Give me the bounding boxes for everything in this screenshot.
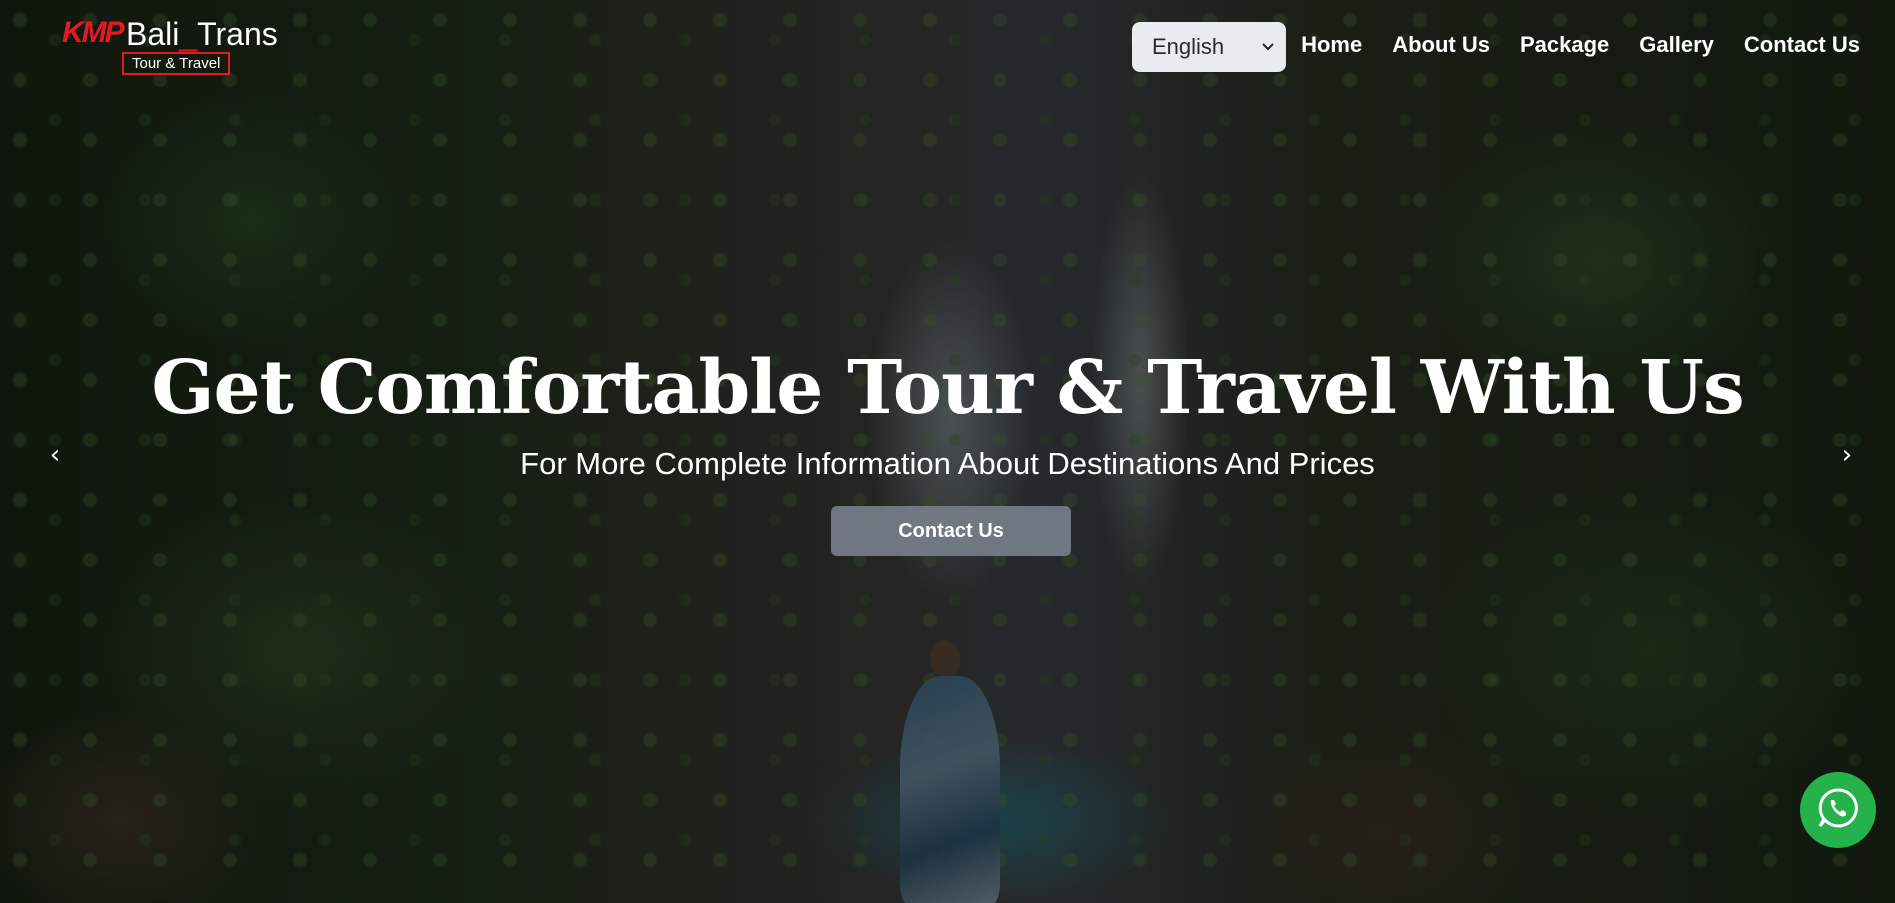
nav-package[interactable]: Package (1520, 32, 1609, 58)
nav-gallery[interactable]: Gallery (1639, 32, 1714, 58)
nav-home[interactable]: Home (1301, 32, 1362, 58)
contact-us-button[interactable]: Contact Us (831, 506, 1071, 556)
logo-mark: KMP (62, 16, 125, 49)
language-select-value: English (1152, 34, 1225, 59)
hero-title: Get Comfortable Tour & Travel With Us (151, 345, 1744, 431)
chevron-down-icon (1262, 39, 1274, 55)
language-select[interactable]: English (1132, 22, 1286, 72)
logo-name: Bali_Trans (126, 16, 278, 52)
hero-figure (890, 640, 1010, 903)
hero-subtitle: For More Complete Information About Dest… (520, 446, 1375, 481)
whatsapp-button[interactable] (1800, 772, 1876, 848)
site-logo[interactable]: KMP Bali_Trans Tour & Travel (62, 16, 302, 76)
main-nav: Home About Us Package Gallery Contact Us (1301, 32, 1860, 58)
chevron-left-icon[interactable]: ‹ (40, 440, 70, 470)
nav-contact-us[interactable]: Contact Us (1744, 32, 1860, 58)
logo-tagline: Tour & Travel (122, 52, 231, 75)
chevron-right-icon[interactable]: › (1832, 440, 1862, 470)
nav-about-us[interactable]: About Us (1392, 32, 1490, 58)
whatsapp-icon (1816, 786, 1860, 834)
